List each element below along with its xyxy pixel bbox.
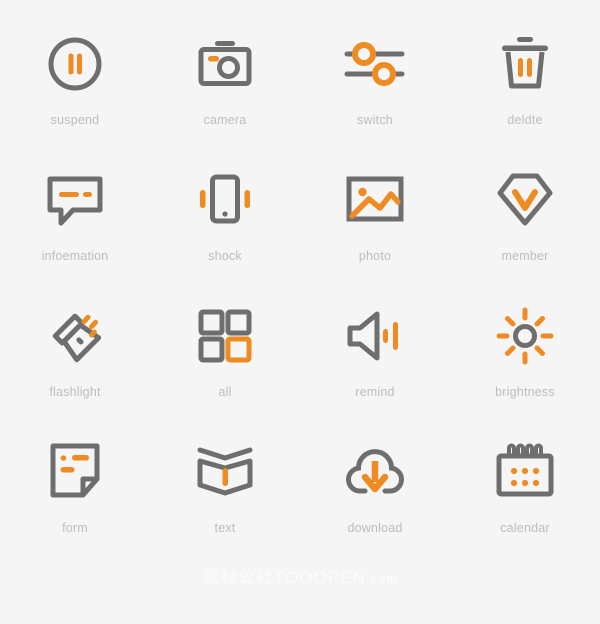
icon-label: form xyxy=(62,521,88,535)
icon-cell-all[interactable]: all xyxy=(150,300,300,436)
icon-cell-remind[interactable]: remind xyxy=(300,300,450,436)
speech-bubble-icon[interactable] xyxy=(39,164,111,236)
icon-cell-brightness[interactable]: brightness xyxy=(450,300,600,436)
icon-label: download xyxy=(347,521,403,535)
icon-cell-shock[interactable]: shock xyxy=(150,164,300,300)
icon-label: infoemation xyxy=(41,249,109,263)
document-form-icon[interactable] xyxy=(39,436,111,508)
phone-vibrate-icon[interactable] xyxy=(189,164,261,236)
icon-grid: suspend camera switch deldte infoemation… xyxy=(0,0,600,624)
icon-label: camera xyxy=(203,113,247,127)
cloud-download-icon[interactable] xyxy=(339,436,411,508)
icon-cell-flashlight[interactable]: flashlight xyxy=(0,300,150,436)
icon-label: calendar xyxy=(500,521,550,535)
icon-label: deldte xyxy=(507,113,543,127)
icon-cell-member[interactable]: member xyxy=(450,164,600,300)
open-book-icon[interactable] xyxy=(189,436,261,508)
icon-label: member xyxy=(501,249,549,263)
icon-label: switch xyxy=(357,113,393,127)
icon-cell-text[interactable]: text xyxy=(150,436,300,572)
flashlight-icon[interactable] xyxy=(39,300,111,372)
calendar-icon[interactable] xyxy=(489,436,561,508)
trash-can-icon[interactable] xyxy=(489,28,561,100)
icon-label: text xyxy=(214,521,236,535)
sun-brightness-icon[interactable] xyxy=(489,300,561,372)
diamond-check-icon[interactable] xyxy=(489,164,561,236)
icon-label: flashlight xyxy=(49,385,101,399)
icon-cell-calendar[interactable]: calendar xyxy=(450,436,600,572)
icon-label: all xyxy=(218,385,232,399)
icon-label: photo xyxy=(358,249,392,263)
grid-squares-icon[interactable] xyxy=(189,300,261,372)
icon-cell-form[interactable]: form xyxy=(0,436,150,572)
icon-cell-delete[interactable]: deldte xyxy=(450,28,600,164)
icon-label: remind xyxy=(355,385,395,399)
icon-cell-download[interactable]: download xyxy=(300,436,450,572)
icon-cell-suspend[interactable]: suspend xyxy=(0,28,150,164)
icon-cell-information[interactable]: infoemation xyxy=(0,164,150,300)
grid-top-spacer xyxy=(0,0,600,28)
icon-label: suspend xyxy=(50,113,100,127)
sliders-switch-icon[interactable] xyxy=(339,28,411,100)
picture-icon[interactable] xyxy=(339,164,411,236)
pause-circle-icon[interactable] xyxy=(39,28,111,100)
speaker-volume-icon[interactable] xyxy=(339,300,411,372)
icon-cell-photo[interactable]: photo xyxy=(300,164,450,300)
icon-label: shock xyxy=(208,249,242,263)
camera-icon[interactable] xyxy=(189,28,261,100)
icon-cell-switch[interactable]: switch xyxy=(300,28,450,164)
icon-cell-camera[interactable]: camera xyxy=(150,28,300,164)
icon-label: brightness xyxy=(495,385,555,399)
